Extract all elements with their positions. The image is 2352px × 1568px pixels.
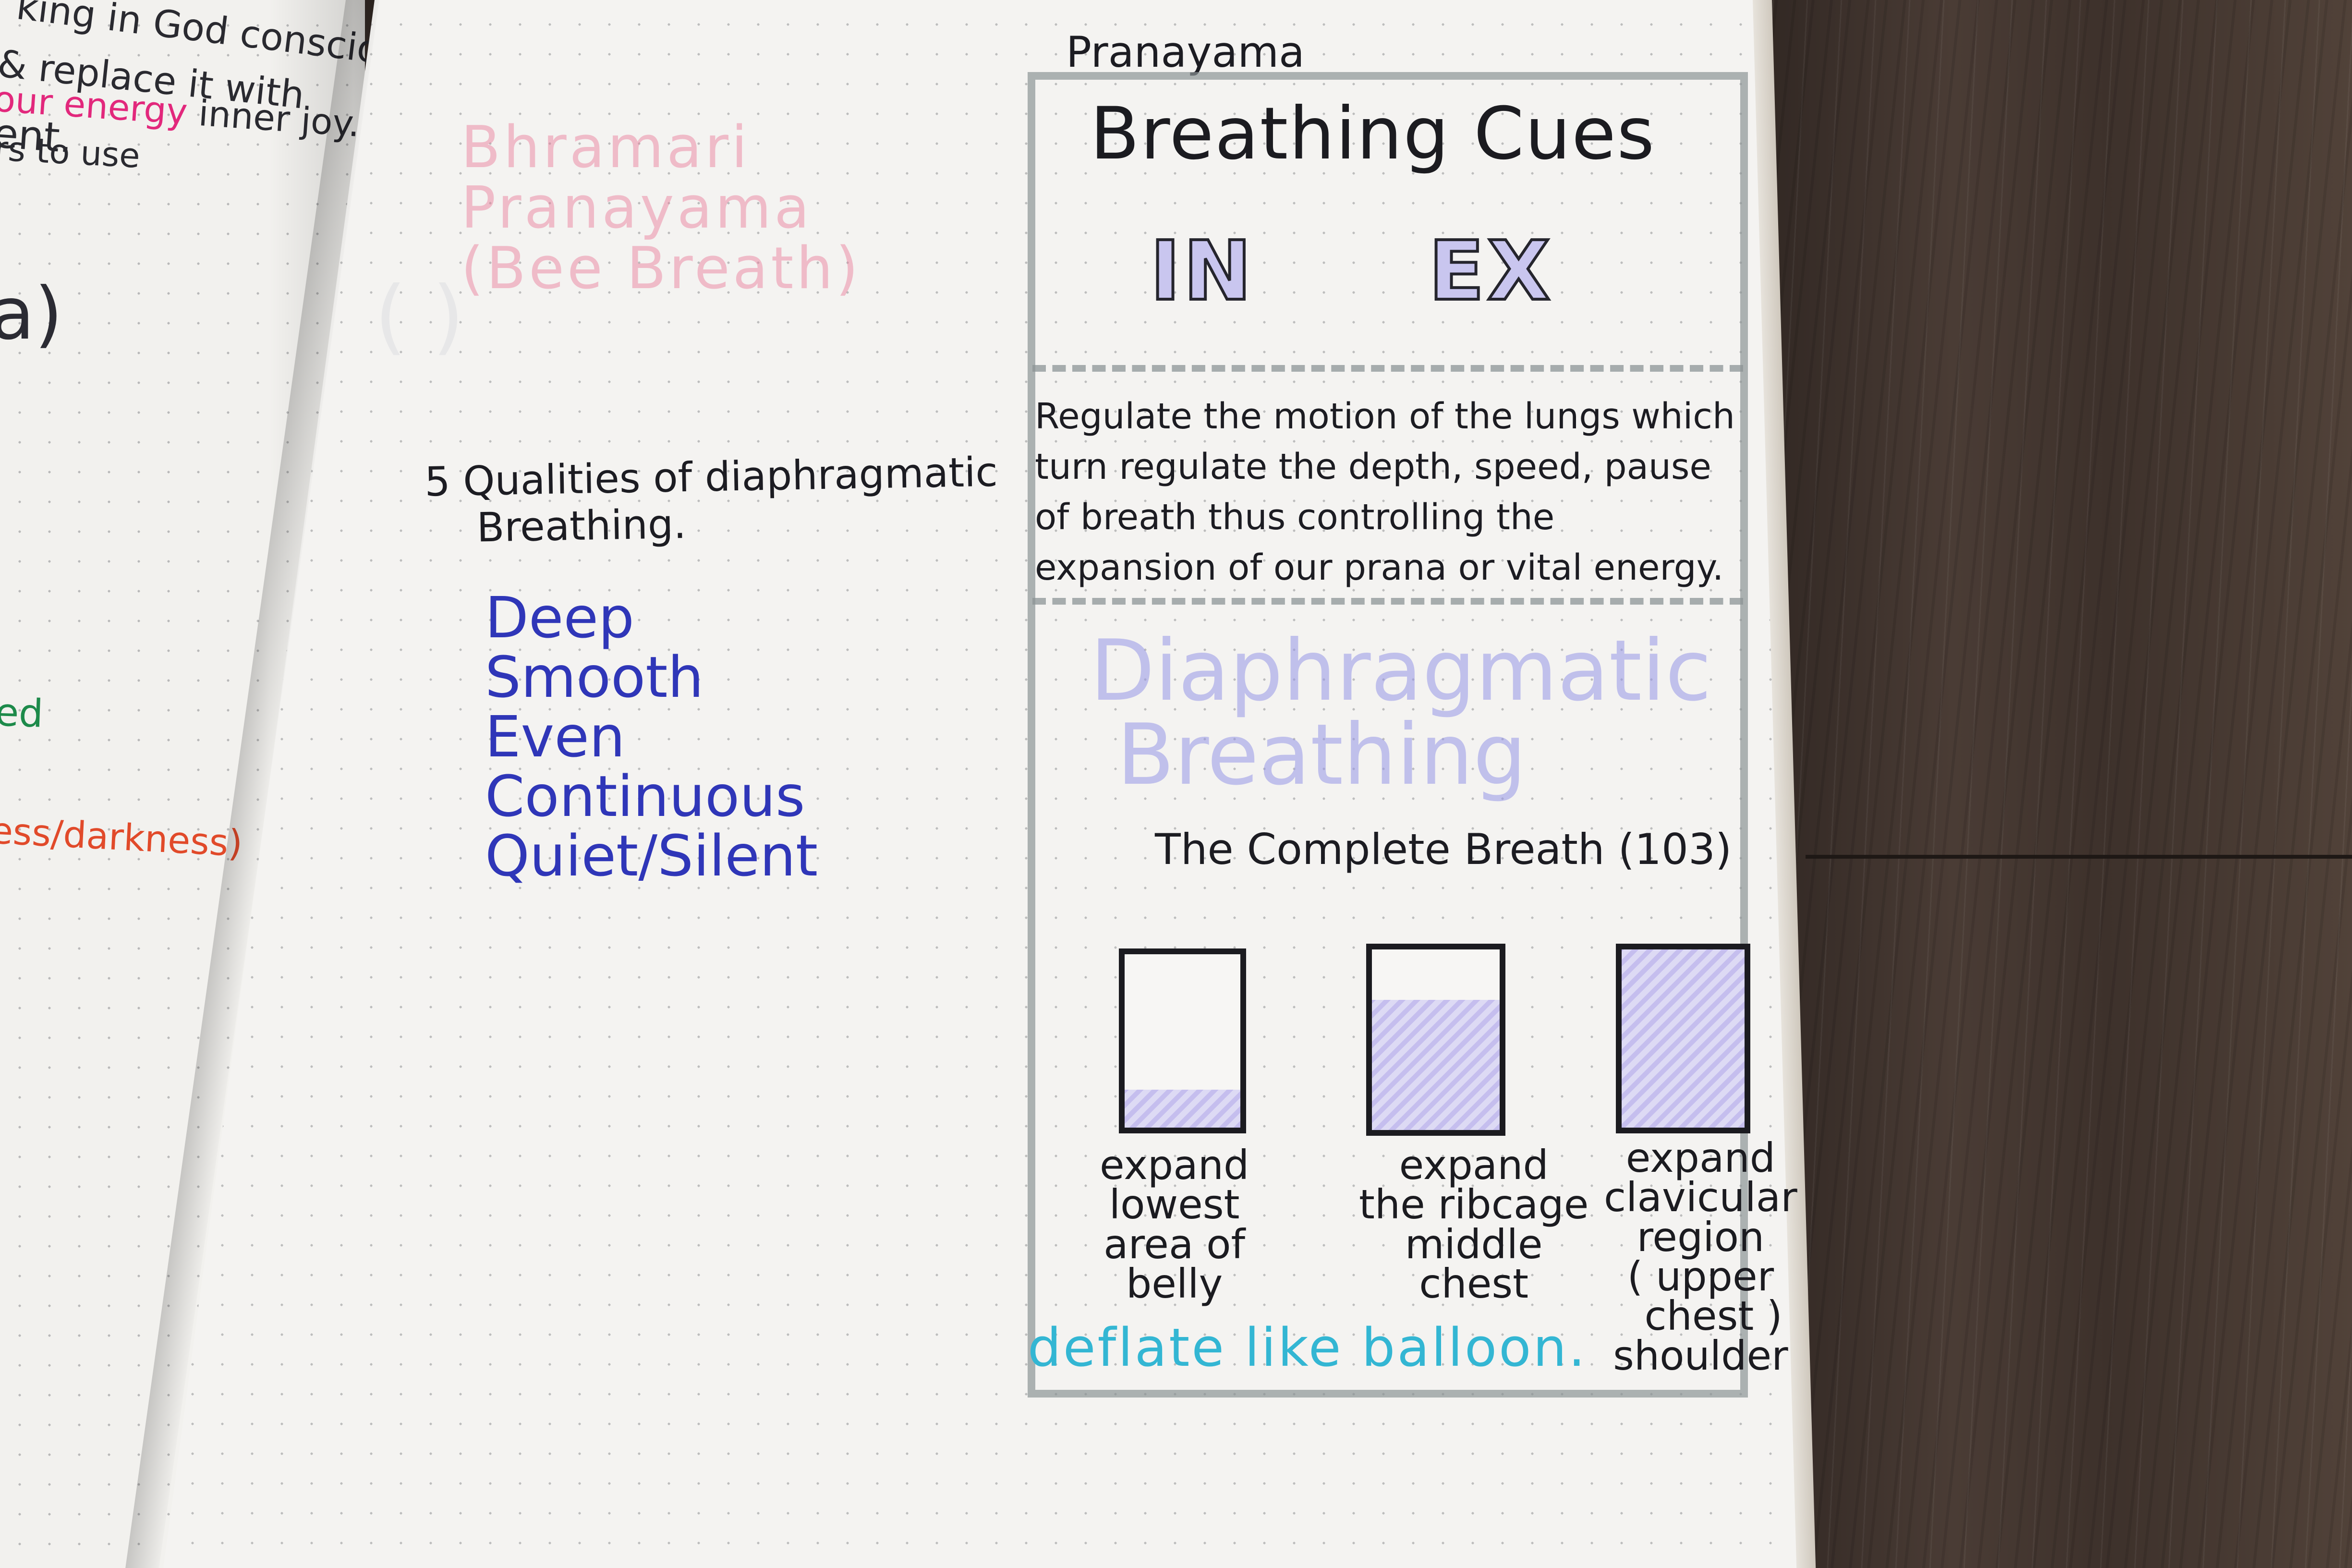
- qualities-list: Deep Smooth Even Continuous Quiet/Silent: [485, 588, 818, 886]
- qualities-title: 5 Qualities of diaphragmatic Breathing.: [424, 449, 999, 552]
- diaphragmatic-line-2: Breathing: [1116, 706, 1527, 804]
- quality-item: Smooth: [485, 644, 704, 710]
- breath-stage-3-box: [1616, 944, 1750, 1133]
- quality-item: Deep: [485, 584, 634, 651]
- bleed-through-text: ( ): [375, 269, 464, 364]
- breath-stage-1-box: [1119, 948, 1246, 1133]
- breath-stage-2-box: [1366, 944, 1505, 1136]
- breathing-cues-title: Breathing Cues: [1090, 92, 1656, 176]
- qualities-title-line-1: 5 Qualities of diaphragmatic: [424, 448, 998, 506]
- wood-table: [1738, 0, 2352, 1568]
- bhramari-line-2: Pranayama: [461, 175, 812, 242]
- quality-item: Continuous: [485, 763, 805, 829]
- breath-stage-2-caption: expand the ribcage middle chest: [1359, 1142, 1589, 1307]
- breath-stage-3-caption: expand clavicular region ( upper chest )…: [1604, 1134, 1797, 1379]
- exhale-label: EX: [1427, 224, 1553, 319]
- breath-stage-1-caption: expand lowest area of belly: [1100, 1142, 1249, 1307]
- regulate-paragraph: Regulate the motion of the lungs which t…: [1035, 391, 1735, 593]
- dashed-divider-top: [1032, 365, 1743, 372]
- left-page-orange-fragment: ess/darkness): [0, 809, 244, 865]
- bhramari-heading: Bhramari Pranayama (Bee Breath): [461, 118, 861, 299]
- left-page-green-fragment: ed: [0, 690, 44, 736]
- quality-item: Even: [485, 703, 625, 770]
- deflate-note: deflate like balloon.: [1028, 1317, 1588, 1378]
- inhale-label: IN: [1149, 224, 1255, 319]
- quality-item: Quiet/Silent: [485, 822, 818, 889]
- bhramari-line-3: (Bee Breath): [461, 235, 861, 302]
- stage-fill: [1622, 949, 1745, 1128]
- pranayama-label: Pranayama: [1066, 27, 1305, 77]
- regulate-line-3: of breath thus controlling the: [1035, 497, 1555, 538]
- regulate-line-4: expansion of our prana or vital energy.: [1035, 547, 1724, 589]
- wood-plank-seam: [1806, 855, 2352, 859]
- complete-breath-label: The Complete Breath (103): [1155, 825, 1732, 874]
- regulate-line-1: Regulate the motion of the lungs which: [1035, 396, 1735, 437]
- diaphragmatic-breathing-title: Diaphragmatic Breathing: [1090, 629, 1711, 797]
- left-page-line-4: rs to use: [0, 129, 141, 176]
- stage-fill: [1125, 1089, 1240, 1128]
- notebook-photo: king in God consciousness & replace it w…: [0, 0, 2352, 1568]
- stage-fill: [1372, 1000, 1500, 1130]
- diaphragmatic-line-1: Diaphragmatic: [1090, 622, 1712, 720]
- dashed-divider-bottom: [1032, 598, 1743, 605]
- regulate-line-2: turn regulate the depth, speed, pause: [1035, 446, 1711, 488]
- qualities-title-line-2: Breathing.: [476, 500, 687, 551]
- left-page-big-fragment: a): [0, 272, 63, 356]
- bhramari-line-1: Bhramari: [461, 114, 751, 181]
